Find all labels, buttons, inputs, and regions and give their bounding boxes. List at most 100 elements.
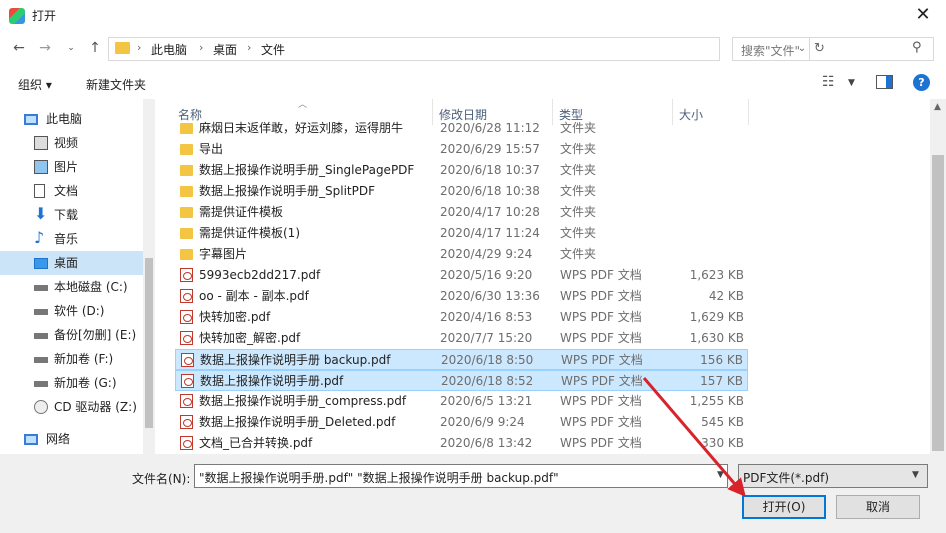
view-options-icon[interactable]: ☷	[822, 74, 835, 90]
file-date: 2020/5/16 9:20	[440, 268, 533, 282]
sort-ascending-icon: ︿	[298, 100, 308, 110]
file-row[interactable]: 数据上报操作说明手册_SplitPDF 2020/6/18 10:38 文件夹	[175, 181, 748, 202]
file-name: 导出	[199, 142, 224, 156]
nav-item-label: 本地磁盘 (C:)	[54, 280, 128, 294]
file-row[interactable]: 需提供证件模板 2020/4/17 10:28 文件夹	[175, 202, 748, 223]
file-row[interactable]: 快转加密_解密.pdf 2020/7/7 15:20 WPS PDF 文档 1,630…	[175, 328, 748, 349]
forward-arrow-icon[interactable]: →	[34, 38, 56, 58]
chevron-down-icon[interactable]: ▼	[912, 470, 919, 480]
nav-item-label: 备份[勿删] (E:)	[54, 328, 137, 342]
desktop-icon	[34, 258, 48, 269]
file-type: 文件夹	[560, 226, 597, 240]
address-bar[interactable]: › 此电脑 › 桌面 › 文件 ⌄ ↻	[108, 37, 825, 61]
file-row[interactable]: 麻烟日末返佯敢，好运刘膝，运得朋牛 2020/6/28 11:12 文件夹	[175, 118, 748, 139]
nav-item-drive-c[interactable]: 本地磁盘 (C:)	[0, 275, 143, 299]
nav-item-desktop[interactable]: 桌面	[0, 251, 143, 275]
file-row[interactable]: 数据上报操作说明手册_SinglePagePDF 2020/6/18 10:37 文…	[175, 160, 748, 181]
file-name: 快转加密.pdf	[199, 310, 271, 324]
file-row[interactable]: 字幕图片 2020/4/29 9:24 文件夹	[175, 244, 748, 265]
file-list-scrollbar-thumb[interactable]	[932, 155, 944, 451]
nav-item-label: 音乐	[54, 232, 79, 246]
back-arrow-icon[interactable]: ←	[8, 38, 30, 58]
file-row[interactable]: 数据上报操作说明手册_Deleted.pdf 2020/6/9 9:24 WPS P…	[175, 412, 748, 433]
file-type: WPS PDF 文档	[560, 394, 642, 408]
breadcrumb-this-pc[interactable]: 此电脑	[151, 41, 187, 58]
nav-item-label: 此电脑	[46, 112, 83, 126]
title-bar	[0, 0, 946, 32]
file-type: 文件夹	[560, 247, 597, 261]
help-icon[interactable]: ?	[913, 74, 930, 91]
file-date: 2020/6/28 11:12	[440, 121, 540, 135]
file-row[interactable]: 数据上报操作说明手册.pdf 2020/6/18 8:52 WPS PDF 文档 15…	[175, 370, 748, 391]
file-row[interactable]: oo - 副本 - 副本.pdf 2020/6/30 13:36 WPS PDF 文…	[175, 286, 748, 307]
file-type: 文件夹	[560, 121, 597, 135]
filename-input[interactable]: "数据上报操作说明手册.pdf" "数据上报操作说明手册 backup.pdf"	[194, 464, 728, 488]
file-date: 2020/7/7 15:20	[440, 331, 533, 345]
nav-item-label: CD 驱动器 (Z:)	[54, 400, 137, 414]
organize-button[interactable]: 组织 ▾	[18, 76, 52, 93]
document-icon	[34, 184, 45, 198]
new-folder-button[interactable]: 新建文件夹	[86, 76, 146, 93]
file-row[interactable]: 文档_已合并转换.pdf 2020/6/8 13:42 WPS PDF 文档 330 …	[175, 433, 748, 454]
search-icon[interactable]: ⚲	[912, 40, 922, 55]
file-date: 2020/4/29 9:24	[440, 247, 533, 261]
file-type-select[interactable]: PDF文件(*.pdf)	[738, 464, 928, 488]
nav-item-video[interactable]: 视频	[0, 131, 143, 155]
preview-pane-icon[interactable]	[876, 75, 893, 89]
nav-item-drive-g[interactable]: 新加卷 (G:)	[0, 371, 143, 395]
file-type: 文件夹	[560, 163, 597, 177]
nav-item-music[interactable]: ♪ 音乐	[0, 227, 143, 251]
file-row[interactable]: 数据上报操作说明手册 backup.pdf 2020/6/18 8:50 WPS P…	[175, 349, 748, 370]
nav-item-drive-f[interactable]: 新加卷 (F:)	[0, 347, 143, 371]
file-date: 2020/4/17 10:28	[440, 205, 540, 219]
file-row[interactable]: 需提供证件模板(1) 2020/4/17 11:24 文件夹	[175, 223, 748, 244]
file-name: 数据上报操作说明手册_SinglePagePDF	[199, 163, 415, 177]
file-size: 156 KB	[700, 353, 743, 367]
close-button[interactable]: ✕	[900, 0, 946, 32]
file-row[interactable]: 数据上报操作说明手册_compress.pdf 2020/6/5 13:21 WPS…	[175, 391, 748, 412]
scroll-up-icon[interactable]: ▲	[934, 102, 941, 112]
up-arrow-icon[interactable]: ↑	[84, 38, 106, 58]
nav-item-downloads[interactable]: ⬇ 下载	[0, 203, 143, 227]
file-row[interactable]: 导出 2020/6/29 15:57 文件夹	[175, 139, 748, 160]
nav-item-drive-d[interactable]: 软件 (D:)	[0, 299, 143, 323]
file-name: 文档_已合并转换.pdf	[199, 436, 313, 450]
file-row[interactable]: 快转加密.pdf 2020/4/16 8:53 WPS PDF 文档 1,629 KB	[175, 307, 748, 328]
nav-item-this-pc[interactable]: 此电脑	[0, 107, 143, 131]
nav-item-label: 新加卷 (F:)	[54, 352, 114, 366]
file-list: ︿ 名称 修改日期 类型 大小 麻烟日末返佯敢，好运刘膝，运得朋牛 2020/6/…	[170, 99, 930, 454]
app-icon	[9, 8, 25, 24]
drive-icon	[34, 357, 48, 363]
picture-icon	[34, 160, 48, 174]
cancel-button[interactable]: 取消	[836, 495, 920, 519]
nav-item-cd-drive[interactable]: CD 驱动器 (Z:)	[0, 395, 143, 419]
folder-icon	[180, 165, 193, 176]
breadcrumb-desktop[interactable]: 桌面	[213, 41, 237, 58]
breadcrumb-files[interactable]: 文件	[261, 41, 285, 58]
nav-scrollbar-thumb[interactable]	[145, 258, 153, 428]
folder-icon	[180, 249, 193, 260]
file-row[interactable]: 5993ecb2dd217.pdf 2020/5/16 9:20 WPS PDF 文…	[175, 265, 748, 286]
chevron-down-icon[interactable]: ▼	[717, 470, 724, 480]
pdf-file-icon	[181, 374, 194, 388]
nav-item-label: 新加卷 (G:)	[54, 376, 117, 390]
file-size: 330 KB	[701, 436, 744, 450]
nav-item-network[interactable]: 网络	[0, 427, 143, 451]
nav-item-documents[interactable]: 文档	[0, 179, 143, 203]
search-input[interactable]: 搜索"文件"	[732, 37, 934, 61]
pdf-file-icon	[180, 331, 193, 345]
file-size: 1,630 KB	[689, 331, 744, 345]
folder-icon	[180, 144, 193, 155]
file-type: WPS PDF 文档	[560, 289, 642, 303]
file-name: 需提供证件模板(1)	[199, 226, 300, 240]
recent-locations-chevron-icon[interactable]: ⌄	[60, 38, 82, 58]
file-name: 数据上报操作说明手册_Deleted.pdf	[199, 415, 396, 429]
chevron-down-icon[interactable]: ▼	[848, 78, 855, 88]
open-button[interactable]: 打开(O)	[742, 495, 826, 519]
nav-item-drive-e[interactable]: 备份[勿删] (E:)	[0, 323, 143, 347]
file-date: 2020/6/30 13:36	[440, 289, 540, 303]
file-size: 1,623 KB	[689, 268, 744, 282]
column-divider[interactable]	[748, 99, 749, 125]
nav-item-pictures[interactable]: 图片	[0, 155, 143, 179]
cd-icon	[34, 400, 48, 414]
